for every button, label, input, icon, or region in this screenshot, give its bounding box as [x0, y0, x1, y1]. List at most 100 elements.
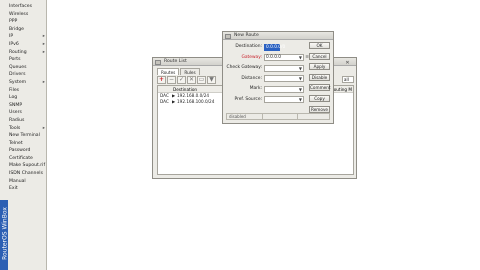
- submenu-arrow-icon: ▸: [42, 49, 45, 55]
- dropdown-arrow-icon[interactable]: ▼: [299, 55, 302, 60]
- row-flags: DAC: [160, 99, 169, 104]
- column-destination[interactable]: Destination: [173, 86, 197, 93]
- winbox-app: RouterOS WinBox Interfaces Wireless PPP …: [0, 0, 480, 270]
- sidebar-item-bridge[interactable]: Bridge: [9, 26, 46, 34]
- sidebar-item-radius[interactable]: Radius: [9, 117, 46, 125]
- gateway-row: Gateway: 0.0.0.0 ▼ ≡: [226, 53, 309, 64]
- status-bar: disabled: [226, 113, 330, 120]
- filter-icon[interactable]: ▼: [207, 75, 216, 84]
- new-route-dialog: New Route Destination: 0.0.0.0/0 Gateway…: [222, 31, 334, 124]
- sidebar-item-queues[interactable]: Queues: [9, 64, 46, 72]
- mark-field[interactable]: ▼: [264, 85, 304, 93]
- sidebar-item-telnet[interactable]: Telnet: [9, 140, 46, 148]
- status-divider: [262, 114, 263, 119]
- submenu-arrow-icon: ▸: [42, 125, 45, 131]
- sidebar-item-label: SNMP: [9, 102, 23, 108]
- dialog-buttons: OK Cancel Apply Disable Comment Copy Rem…: [309, 42, 331, 116]
- distance-row: Distance: ▼: [226, 74, 306, 85]
- route-form: Destination: 0.0.0.0/0 Gateway: 0.0.0.0 ▼…: [226, 42, 309, 106]
- sidebar-item-label: Manual: [9, 178, 26, 184]
- mark-row: Mark: ▼: [226, 84, 306, 95]
- window-icon: [155, 59, 161, 65]
- enable-icon[interactable]: ✓: [177, 75, 186, 84]
- apply-button[interactable]: Apply: [309, 63, 330, 71]
- sidebar-item-interfaces[interactable]: Interfaces: [9, 3, 46, 11]
- sidebar-item-tools[interactable]: Tools ▸: [9, 125, 46, 133]
- sidebar-item-label: Exit: [9, 186, 18, 192]
- new-route-titlebar[interactable]: New Route: [223, 32, 333, 40]
- sidebar-item-exit[interactable]: Exit: [9, 185, 46, 193]
- sidebar-item-users[interactable]: Users: [9, 109, 46, 117]
- sidebar-item-label: PPP: [9, 19, 18, 25]
- comment-icon[interactable]: ▭: [197, 75, 206, 84]
- dropdown-arrow-icon[interactable]: ▼: [299, 87, 302, 92]
- sidebar-item-ip[interactable]: IP ▸: [9, 33, 46, 41]
- sidebar-item-label: Users: [9, 110, 22, 116]
- sidebar-item-label: Log: [9, 95, 18, 101]
- sidebar-item-label: System: [9, 79, 27, 85]
- sidebar-item-label: Certificate: [9, 155, 33, 161]
- sidebar-item-password[interactable]: Password: [9, 147, 46, 155]
- vertical-brand: RouterOS WinBox: [0, 200, 9, 270]
- sidebar-item-certificate[interactable]: Certificate: [9, 155, 46, 163]
- sidebar-item-label: New Terminal: [9, 133, 40, 139]
- gateway-field[interactable]: 0.0.0.0 ▼ ≡: [264, 54, 309, 61]
- dropdown-arrow-icon[interactable]: ▼: [299, 97, 302, 102]
- filter-select[interactable]: all: [342, 75, 354, 83]
- sidebar-item-label: Tools: [9, 125, 21, 131]
- submenu-arrow-icon: ▸: [42, 41, 45, 47]
- column-routing-mark[interactable]: Routing M: [331, 86, 352, 93]
- pref-source-field[interactable]: ▼: [264, 96, 304, 103]
- route-list-tabs: Routes Rules: [157, 68, 201, 75]
- distance-field[interactable]: ▼: [264, 75, 304, 82]
- check-gateway-row: Check Gateway: ▼: [226, 63, 306, 74]
- dropdown-arrow-icon[interactable]: ▼: [299, 66, 302, 71]
- sidebar-item-snmp[interactable]: SNMP: [9, 102, 46, 110]
- sidebar-item-isdn-channels[interactable]: ISDN Channels: [9, 170, 46, 178]
- window-icon: [225, 33, 231, 39]
- screen: RouterOS WinBox Interfaces Wireless PPP …: [0, 0, 480, 270]
- sidebar-item-label: Queues: [9, 64, 27, 70]
- sidebar-item-log[interactable]: Log: [9, 94, 46, 102]
- ok-button[interactable]: OK: [309, 42, 330, 49]
- pref-source-row: Pref. Source: ▼: [226, 95, 306, 106]
- new-route-title: New Route: [234, 33, 259, 38]
- sidebar-item-new-terminal[interactable]: New Terminal: [9, 132, 46, 140]
- disable-button[interactable]: Disable: [309, 73, 330, 81]
- submenu-arrow-icon: ▸: [42, 34, 45, 40]
- cancel-button[interactable]: Cancel: [309, 52, 330, 60]
- close-icon[interactable]: ✕: [343, 60, 352, 66]
- copy-button[interactable]: Copy: [309, 94, 330, 102]
- sidebar-item-ipv6[interactable]: IPv6 ▸: [9, 41, 46, 49]
- sidebar-item-make-supout[interactable]: Make Supout.rif: [9, 162, 46, 170]
- sidebar-item-label: Telnet: [9, 140, 23, 146]
- destination-row: Destination: 0.0.0.0/0: [226, 42, 306, 53]
- status-divider: [297, 114, 298, 119]
- check-gateway-select[interactable]: ▼: [264, 64, 304, 72]
- sidebar-item-files[interactable]: Files: [9, 87, 46, 95]
- tab-rules[interactable]: Rules: [180, 68, 200, 75]
- sidebar-item-label: Drivers: [9, 72, 26, 78]
- sidebar-item-wireless[interactable]: Wireless: [9, 11, 46, 19]
- disable-icon[interactable]: ✕: [187, 75, 196, 84]
- sidebar-item-system[interactable]: System ▸: [9, 79, 46, 87]
- sidebar-item-label: Files: [9, 87, 20, 93]
- sidebar-item-label: IPv6: [9, 41, 19, 47]
- sidebar-item-label: IP: [9, 34, 14, 40]
- sidebar-item-label: Bridge: [9, 26, 24, 32]
- add-route-button[interactable]: +: [157, 75, 166, 84]
- sidebar-item-ports[interactable]: Ports: [9, 56, 46, 64]
- remove-button[interactable]: Remove: [309, 105, 330, 113]
- sidebar-item-manual[interactable]: Manual: [9, 178, 46, 186]
- remove-icon[interactable]: −: [167, 75, 176, 84]
- gateway-value: 0.0.0.0: [266, 55, 282, 60]
- destination-label: Destination:: [235, 44, 262, 49]
- comment-button[interactable]: Comment: [309, 84, 331, 92]
- sidebar-item-label: ISDN Channels: [9, 171, 43, 177]
- dropdown-arrow-icon[interactable]: ▼: [299, 76, 302, 81]
- sidebar-item-ppp[interactable]: PPP: [9, 18, 46, 26]
- sidebar-item-routing[interactable]: Routing ▸: [9, 49, 46, 57]
- destination-field[interactable]: 0.0.0.0/0: [264, 43, 285, 51]
- tab-routes[interactable]: Routes: [157, 68, 180, 75]
- sidebar-item-drivers[interactable]: Drivers: [9, 71, 46, 79]
